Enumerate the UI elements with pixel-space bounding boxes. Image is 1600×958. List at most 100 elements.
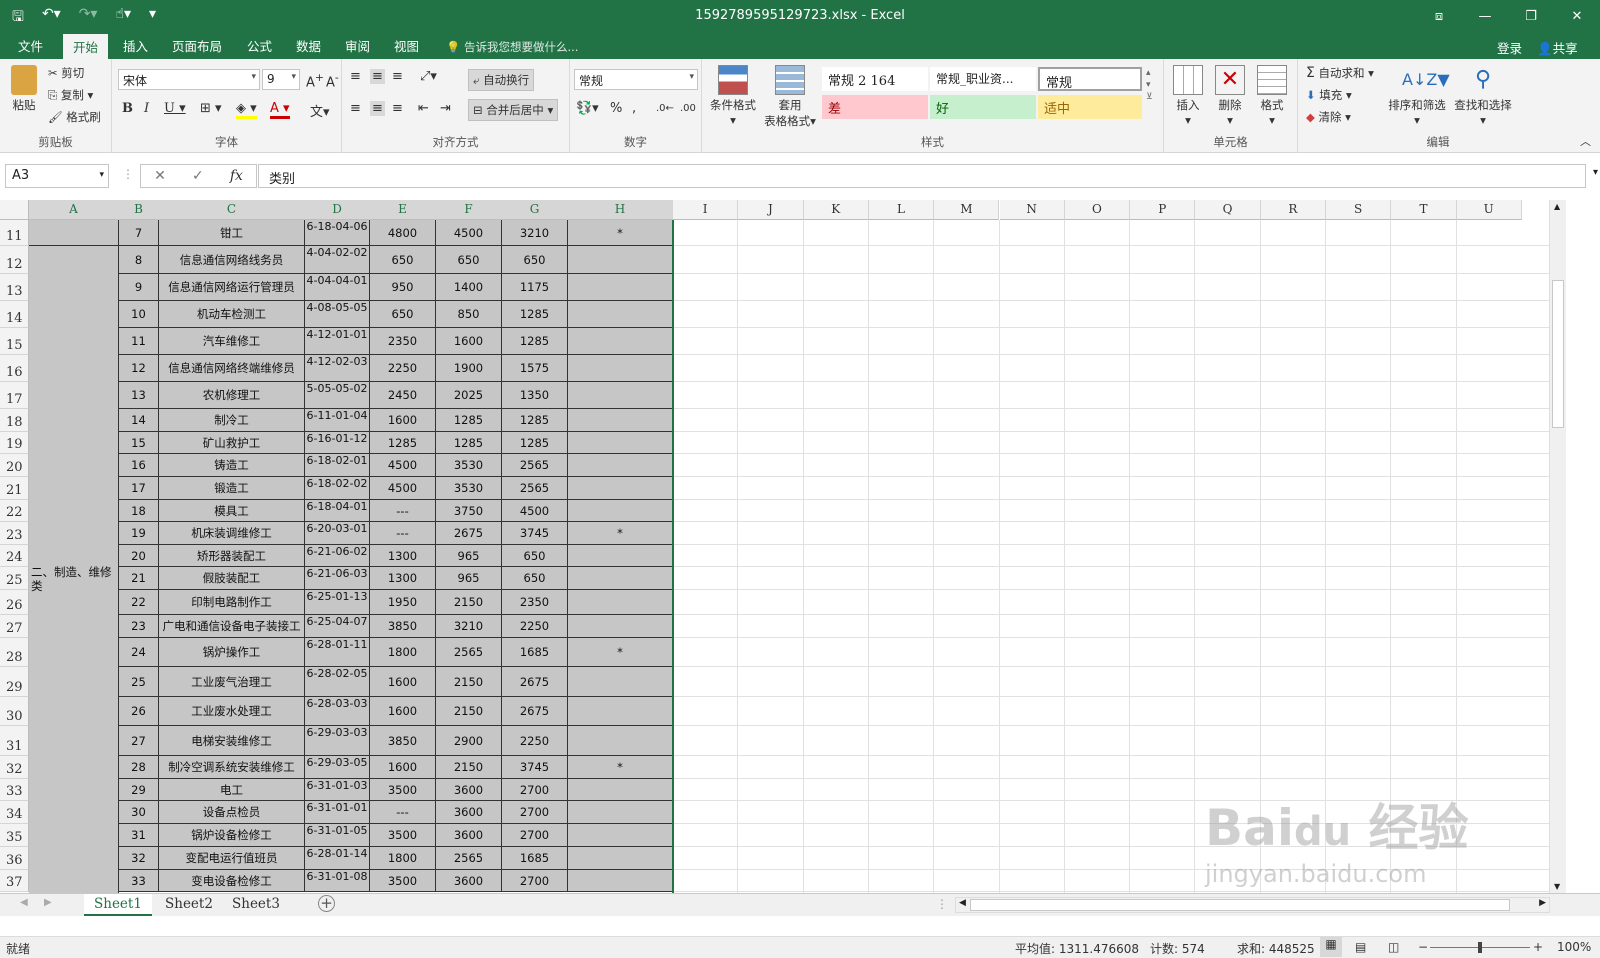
cell-c[interactable]: 矿山救护工 — [159, 432, 305, 454]
cell-b[interactable]: 12 — [119, 355, 159, 382]
cell-f[interactable]: 850 — [436, 301, 502, 328]
cell-g[interactable]: 2700 — [502, 870, 568, 892]
column-header-s[interactable]: S — [1326, 200, 1392, 220]
cell-h[interactable] — [568, 779, 673, 801]
format-painter-button[interactable]: 🖌 格式刷 — [48, 109, 101, 125]
cell-f[interactable]: 3530 — [436, 454, 502, 477]
cell-h[interactable] — [568, 328, 673, 355]
row-header[interactable]: 12 — [0, 246, 29, 274]
cut-button[interactable]: ✂ 剪切 — [48, 65, 84, 81]
cell-c[interactable]: 印制电路制作工 — [159, 590, 305, 615]
row-header[interactable]: 23 — [0, 522, 29, 545]
cell-c[interactable]: 模具工 — [159, 500, 305, 522]
cell-d[interactable]: 6-29-03-05 — [305, 756, 370, 779]
cell-c[interactable]: 假肢装配工 — [159, 567, 305, 590]
style-good[interactable]: 好 — [930, 95, 1036, 119]
cell-b[interactable]: 31 — [119, 824, 159, 847]
tab-home[interactable]: 开始 — [63, 34, 109, 59]
merge-center-button[interactable]: ⊟ 合并后居中 ▾ — [468, 99, 559, 121]
cell-h[interactable] — [568, 477, 673, 500]
cell-c[interactable]: 汽车维修工 — [159, 328, 305, 355]
cell-e[interactable]: 1800 — [370, 638, 436, 667]
cell-c[interactable]: 机动车检测工 — [159, 301, 305, 328]
cell-h[interactable] — [568, 500, 673, 522]
align-center-icon[interactable]: ≡ — [370, 101, 385, 116]
cell-e[interactable]: 2450 — [370, 382, 436, 409]
cell-b[interactable]: 18 — [119, 500, 159, 522]
style-normal-vocational[interactable]: 常规_职业资... — [930, 67, 1036, 91]
sign-in-link[interactable]: 登录 — [1497, 38, 1522, 57]
cell-g[interactable]: 1285 — [502, 432, 568, 454]
cell-d[interactable]: 6-18-04-06 — [305, 220, 370, 246]
column-header-a[interactable]: A — [29, 200, 119, 220]
prev-sheet-icon[interactable]: ◀ — [20, 897, 28, 908]
column-header-g[interactable]: G — [502, 200, 568, 220]
number-format-select[interactable]: 常规 — [574, 69, 698, 90]
vertical-scroll-thumb[interactable] — [1552, 280, 1564, 428]
next-sheet-icon[interactable]: ▶ — [44, 897, 52, 908]
cell-b[interactable]: 9 — [119, 274, 159, 301]
cancel-icon[interactable]: ✕ — [154, 168, 166, 184]
format-as-table-button[interactable]: 套用 表格格式▾ — [760, 65, 820, 129]
cell-h[interactable]: * — [568, 638, 673, 667]
cell-e[interactable]: 1285 — [370, 432, 436, 454]
expand-formula-icon[interactable]: ▾ — [1593, 167, 1598, 178]
cell-e[interactable]: 4800 — [370, 220, 436, 246]
cell-e[interactable]: 1600 — [370, 409, 436, 432]
decrease-font-icon[interactable]: A- — [326, 71, 339, 90]
row-header[interactable]: 29 — [0, 667, 29, 697]
tab-split-handle[interactable]: ⋮ — [936, 897, 948, 911]
column-header-c[interactable]: C — [159, 200, 305, 220]
row-header[interactable]: 30 — [0, 697, 29, 726]
cell-c[interactable]: 广电和通信设备电子装接工 — [159, 615, 305, 638]
delete-cells-button[interactable]: ✕ 删除 ▾ — [1210, 65, 1250, 127]
cell-g[interactable]: 2250 — [502, 726, 568, 756]
cell-f[interactable]: 1285 — [436, 432, 502, 454]
cell-e[interactable]: 3850 — [370, 615, 436, 638]
cell-g[interactable]: 3745 — [502, 522, 568, 545]
page-break-view-icon[interactable]: ◫ — [1388, 940, 1399, 954]
column-header-e[interactable]: E — [370, 200, 436, 220]
increase-font-icon[interactable]: A+ — [306, 71, 324, 90]
cell-f[interactable]: 1400 — [436, 274, 502, 301]
paste-button[interactable]: 粘贴 — [6, 65, 42, 113]
align-left-icon[interactable]: ≡ — [350, 101, 361, 116]
italic-icon[interactable]: I — [144, 101, 149, 116]
align-right-icon[interactable]: ≡ — [392, 101, 403, 116]
horizontal-scrollbar[interactable]: ◀ ▶ — [955, 897, 1550, 913]
cell-f[interactable]: 4500 — [436, 220, 502, 246]
column-header-h[interactable]: H — [568, 200, 673, 220]
cell-c[interactable]: 机床装调维修工 — [159, 522, 305, 545]
row-header[interactable]: 16 — [0, 355, 29, 382]
cell-g[interactable]: 1285 — [502, 301, 568, 328]
enter-icon[interactable]: ✓ — [192, 168, 204, 184]
cell-f[interactable]: 3600 — [436, 870, 502, 892]
align-middle-icon[interactable]: ≡ — [370, 69, 385, 84]
cell-b[interactable]: 29 — [119, 779, 159, 801]
cell-b[interactable]: 7 — [119, 220, 159, 246]
cell-d[interactable]: 6-28-01-14 — [305, 847, 370, 870]
cell-d[interactable]: 6-31-01-05 — [305, 824, 370, 847]
cell-e[interactable]: 650 — [370, 246, 436, 274]
cell-b[interactable]: 13 — [119, 382, 159, 409]
cell-h[interactable] — [568, 801, 673, 824]
cell-e[interactable]: 3500 — [370, 824, 436, 847]
cell-e[interactable]: 1600 — [370, 667, 436, 697]
cell-c[interactable]: 工业废水处理工 — [159, 697, 305, 726]
style-normal[interactable]: 常规 — [1038, 67, 1142, 91]
cell-a[interactable] — [29, 220, 119, 246]
cell-f[interactable]: 965 — [436, 567, 502, 590]
cell-d[interactable]: 6-18-04-01 — [305, 500, 370, 522]
cell-d[interactable]: 6-16-01-12 — [305, 432, 370, 454]
font-name-select[interactable]: 宋体 — [118, 69, 260, 90]
cell-d[interactable]: 6-18-02-02 — [305, 477, 370, 500]
cell-e[interactable]: 2250 — [370, 355, 436, 382]
tab-page-layout[interactable]: 页面布局 — [172, 36, 222, 55]
cell-h[interactable] — [568, 590, 673, 615]
column-header-o[interactable]: O — [1064, 200, 1131, 220]
font-size-select[interactable]: 9 — [262, 69, 300, 90]
cell-e[interactable]: 950 — [370, 274, 436, 301]
cell-h[interactable] — [568, 545, 673, 567]
cell-c[interactable]: 工业废气治理工 — [159, 667, 305, 697]
cell-f[interactable]: 3530 — [436, 477, 502, 500]
